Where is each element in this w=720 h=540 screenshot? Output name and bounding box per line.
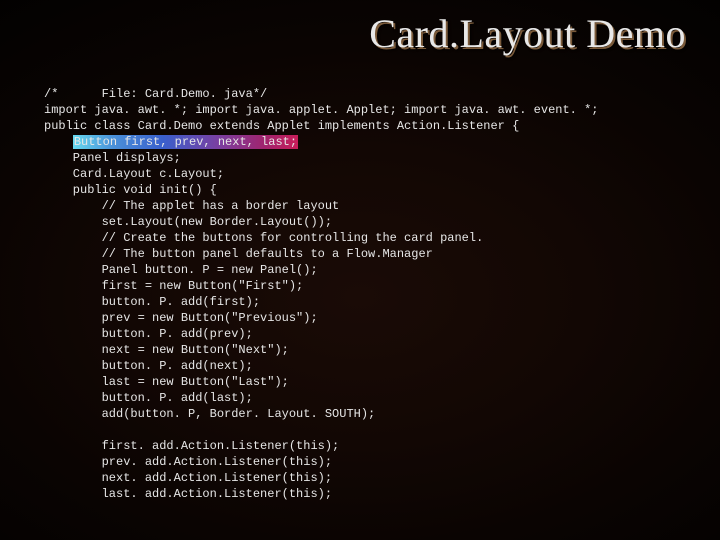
code-line: prev = new Button("Previous"); [44, 311, 318, 325]
code-line: /* File: Card.Demo. java*/ [44, 87, 267, 101]
code-line: add(button. P, Border. Layout. SOUTH); [44, 407, 375, 421]
code-line: button. P. add(last); [44, 391, 253, 405]
code-line: last. add.Action.Listener(this); [44, 487, 332, 501]
code-line: next = new Button("Next"); [44, 343, 289, 357]
code-line: // The button panel defaults to a Flow.M… [44, 247, 433, 261]
code-line-highlighted: Button first, prev, next, last; [73, 135, 298, 149]
code-line: // The applet has a border layout [44, 199, 339, 213]
code-line: public class Card.Demo extends Applet im… [44, 119, 519, 133]
code-line: next. add.Action.Listener(this); [44, 471, 332, 485]
code-line: public void init() { [44, 183, 217, 197]
code-line: button. P. add(first); [44, 295, 260, 309]
code-block: /* File: Card.Demo. java*/ import java. … [44, 86, 690, 502]
code-line: set.Layout(new Border.Layout()); [44, 215, 332, 229]
code-line: first. add.Action.Listener(this); [44, 439, 339, 453]
code-line: last = new Button("Last"); [44, 375, 289, 389]
code-line: // Create the buttons for controlling th… [44, 231, 483, 245]
code-line: Card.Layout c.Layout; [44, 167, 224, 181]
slide-title: Card.Layout Demo [369, 10, 686, 57]
code-line: Panel button. P = new Panel(); [44, 263, 318, 277]
code-line: button. P. add(prev); [44, 327, 253, 341]
code-line: first = new Button("First"); [44, 279, 303, 293]
code-line: button. P. add(next); [44, 359, 253, 373]
code-line: Panel displays; [44, 151, 181, 165]
code-line: import java. awt. *; import java. applet… [44, 103, 599, 117]
code-line: prev. add.Action.Listener(this); [44, 455, 332, 469]
